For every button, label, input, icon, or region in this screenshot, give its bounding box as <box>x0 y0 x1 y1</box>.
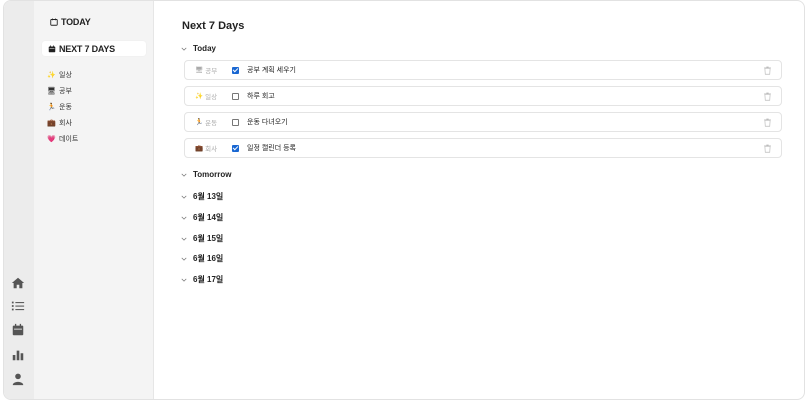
category-item[interactable]: 🏃 운동 <box>47 99 78 115</box>
category-label: 일상 <box>59 72 72 79</box>
section-date[interactable]: 6월 15일 <box>181 233 223 244</box>
section-label: 6월 14일 <box>193 213 224 222</box>
category-label: 운동 <box>59 104 72 111</box>
trash-icon[interactable] <box>763 92 772 101</box>
chevron-down-icon <box>181 278 187 282</box>
nav-today-label: TODAY <box>61 17 91 27</box>
task-checkbox[interactable] <box>232 92 239 100</box>
chevron-down-icon <box>181 47 187 51</box>
section-label: Today <box>193 44 216 53</box>
chevron-down-icon <box>181 173 187 177</box>
task-category-label: 일상 <box>205 94 218 101</box>
task-category: 💼 회사 <box>195 143 217 153</box>
sparkles-icon: ✨ <box>195 93 204 100</box>
heart-icon: 💗 <box>47 136 56 143</box>
sidebar: TODAY NEXT 7 DAYS ✨ 일상 🖥 공부 🏃 운동 💼 회사 💗 … <box>34 1 154 399</box>
section-label: Tomorrow <box>193 170 232 179</box>
task-text[interactable]: 공부 계획 세우기 <box>247 65 296 75</box>
user-icon[interactable] <box>9 370 27 388</box>
home-icon[interactable] <box>9 274 27 292</box>
task-row: 🖥 공부 공부 계획 세우기 <box>184 60 782 80</box>
chevron-down-icon <box>181 216 187 220</box>
app-window: TODAY NEXT 7 DAYS ✨ 일상 🖥 공부 🏃 운동 💼 회사 💗 … <box>3 0 805 400</box>
section-label: 6월 16일 <box>193 254 224 263</box>
task-category: ✨ 일상 <box>195 91 217 101</box>
icon-bar <box>4 1 34 399</box>
calendar-small-icon <box>50 18 58 26</box>
chevron-down-icon <box>181 237 187 241</box>
task-row: ✨ 일상 하루 회고 <box>184 86 782 106</box>
trash-icon[interactable] <box>763 144 772 153</box>
task-category-label: 운동 <box>205 120 218 127</box>
nav-next-7-days-label: NEXT 7 DAYS <box>59 43 115 54</box>
task-category-label: 공부 <box>205 68 218 75</box>
nav-next-7-days[interactable]: NEXT 7 DAYS <box>42 41 146 56</box>
page-title: Next 7 Days <box>182 20 245 32</box>
calendar-icon[interactable] <box>9 321 27 339</box>
task-row: 💼 회사 일정 캘린더 등록 <box>184 138 782 158</box>
monitor-icon: 🖥 <box>47 88 56 95</box>
chevron-down-icon <box>181 257 187 261</box>
main-content: Next 7 Days Today 🖥 공부 공부 계획 세우기 ✨ 일상 하루 회… <box>154 1 804 399</box>
task-row: 🏃 운동 운동 다녀오기 <box>184 112 782 132</box>
briefcase-icon: 💼 <box>47 120 56 127</box>
category-item[interactable]: ✨ 일상 <box>47 67 78 83</box>
trash-icon[interactable] <box>763 118 772 127</box>
trash-icon[interactable] <box>763 66 772 75</box>
calendar-small-icon <box>48 45 56 52</box>
task-text[interactable]: 하루 회고 <box>247 91 275 101</box>
briefcase-icon: 💼 <box>195 145 204 152</box>
chevron-down-icon <box>181 195 187 199</box>
list-icon[interactable] <box>9 297 27 315</box>
task-category-label: 회사 <box>205 146 218 153</box>
section-tomorrow[interactable]: Tomorrow <box>181 170 232 179</box>
monitor-icon: 🖥 <box>195 67 204 74</box>
task-category: 🏃 운동 <box>195 117 217 127</box>
chart-icon[interactable] <box>9 346 27 364</box>
section-date[interactable]: 6월 14일 <box>181 212 223 223</box>
section-label: 6월 15일 <box>193 234 224 243</box>
task-checkbox[interactable] <box>232 118 239 126</box>
section-date[interactable]: 6월 17일 <box>181 274 223 285</box>
section-today[interactable]: Today <box>181 44 216 53</box>
sparkles-icon: ✨ <box>47 72 56 79</box>
nav-today[interactable]: TODAY <box>50 17 91 27</box>
section-date[interactable]: 6월 13일 <box>181 191 223 202</box>
task-text[interactable]: 운동 다녀오기 <box>247 117 288 127</box>
section-label: 6월 17일 <box>193 275 224 284</box>
category-label: 공부 <box>59 88 72 95</box>
category-label: 회사 <box>59 120 72 127</box>
task-text[interactable]: 일정 캘린더 등록 <box>247 143 296 153</box>
category-item[interactable]: 💗 데이트 <box>47 131 78 147</box>
section-label: 6월 13일 <box>193 192 224 201</box>
section-date[interactable]: 6월 16일 <box>181 253 223 264</box>
task-category: 🖥 공부 <box>195 65 217 75</box>
runner-icon: 🏃 <box>47 104 56 111</box>
category-label: 데이트 <box>59 136 79 143</box>
task-checkbox[interactable] <box>232 144 239 152</box>
task-checkbox[interactable] <box>232 66 239 74</box>
category-list: ✨ 일상 🖥 공부 🏃 운동 💼 회사 💗 데이트 <box>47 67 78 147</box>
category-item[interactable]: 💼 회사 <box>47 115 78 131</box>
runner-icon: 🏃 <box>195 119 204 126</box>
category-item[interactable]: 🖥 공부 <box>47 83 78 99</box>
